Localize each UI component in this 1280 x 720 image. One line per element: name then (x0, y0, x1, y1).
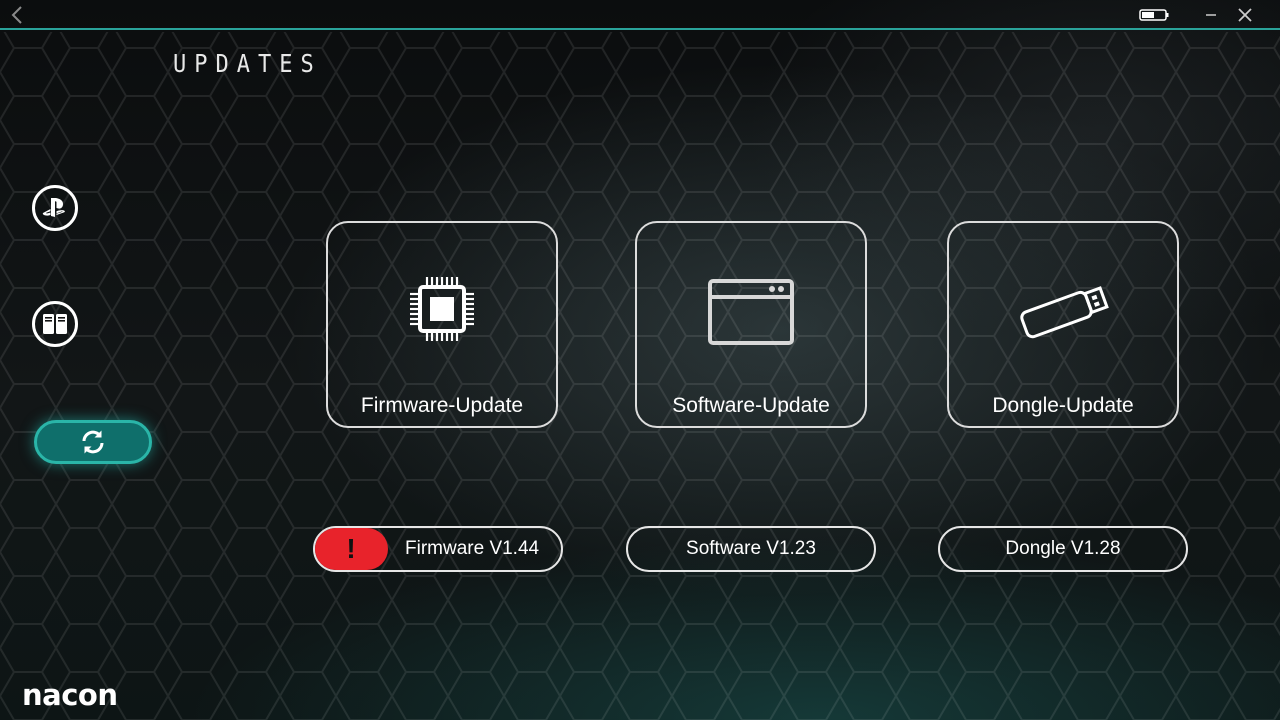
pc-tower-icon (43, 314, 67, 334)
back-button[interactable] (8, 5, 28, 25)
dongle-version-label: Dongle V1.28 (1005, 538, 1121, 559)
refresh-icon (82, 430, 104, 454)
page-title: UPDATES (173, 50, 322, 79)
minimize-icon (1206, 14, 1216, 16)
chevron-left-icon (11, 6, 22, 24)
firmware-version-label: Firmware V1.44 (405, 538, 540, 559)
minimize-button[interactable] (1201, 5, 1221, 25)
playstation-icon (42, 198, 65, 217)
usb-dongle-icon (1020, 286, 1109, 339)
software-update-card[interactable]: Software-Update (635, 221, 867, 428)
dongle-update-label: Dongle-Update (992, 394, 1134, 417)
software-version-pill: Software V1.23 (626, 526, 876, 572)
battery-icon (1139, 9, 1169, 21)
dongle-version-pill: Dongle V1.28 (938, 526, 1188, 572)
software-version-label: Software V1.23 (686, 538, 816, 559)
software-update-label: Software-Update (672, 394, 830, 417)
app-window-icon (708, 279, 794, 345)
title-bar (0, 0, 1280, 30)
sidebar-item-pc[interactable] (32, 301, 78, 347)
sidebar-item-playstation[interactable] (32, 185, 78, 231)
firmware-update-label: Firmware-Update (360, 394, 524, 417)
firmware-update-card[interactable]: Firmware-Update (326, 221, 558, 428)
firmware-version-pill: ! Firmware V1.44 (313, 526, 563, 572)
sidebar-item-updates[interactable] (34, 420, 152, 464)
dongle-update-card[interactable]: Dongle-Update (947, 221, 1179, 428)
nacon-logo: nacon (22, 678, 118, 712)
close-icon (1238, 8, 1252, 22)
firmware-alert-badge[interactable]: ! (315, 528, 388, 570)
chip-icon (410, 277, 474, 341)
close-button[interactable] (1235, 5, 1255, 25)
